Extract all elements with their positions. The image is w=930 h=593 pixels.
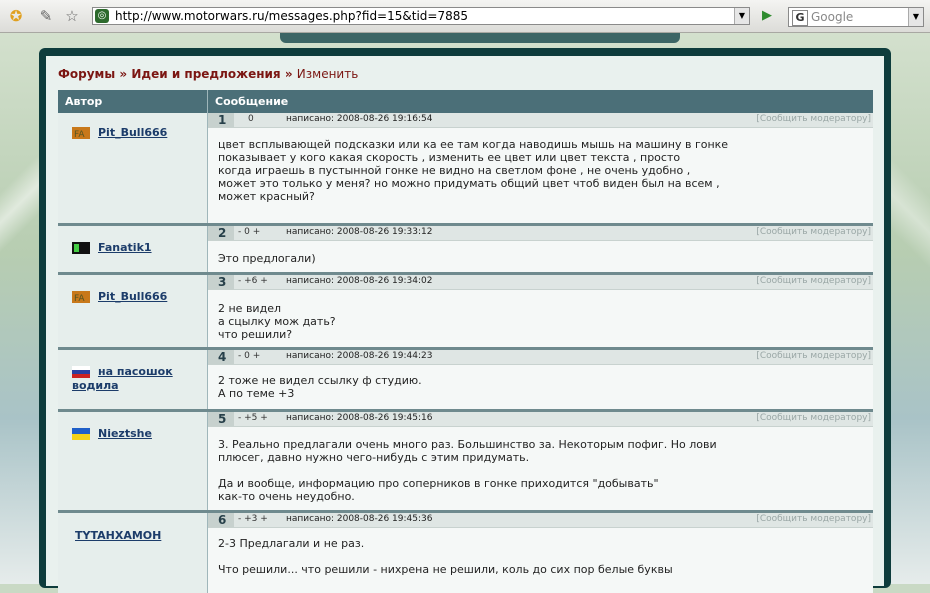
column-message-header: Сообщение [215,95,289,108]
post-vote[interactable]: - +5 + [238,413,268,423]
post-text: 2 не видел а сцылку мож дать? что решили… [218,302,336,341]
post-message-cell: 6 - +3 + написано: 2008-08-26 19:45:36 [… [208,513,873,593]
report-moderator-link[interactable]: [Сообщить модератору] [756,413,871,423]
post-text: Это предлогали) [218,252,316,265]
post-number: 5 [208,412,234,426]
post-author-cell: TYTAHXAMOH [58,513,208,593]
search-placeholder[interactable]: Google [811,10,853,24]
site-favicon-icon: ◎ [95,9,109,23]
post-vote[interactable]: - +3 + [238,514,268,524]
post-text: 2 тоже не видел ссылку ф студию. А по те… [218,374,422,400]
post-row: Nieztshe 5 - +5 + написано: 2008-08-26 1… [58,412,873,513]
star-icon[interactable]: ☆ [62,6,82,26]
breadcrumb-separator: » [119,67,128,81]
post-text: 2-3 Предлагали и не раз. Что решили... ч… [218,537,673,576]
post-text: цвет всплывающей подсказки или ка ее там… [218,138,729,203]
post-message-cell: 2 - 0 + написано: 2008-08-26 19:33:12 [С… [208,226,873,272]
address-text[interactable]: http://www.motorwars.ru/messages.php?fid… [115,9,468,23]
post-vote[interactable]: 0 [248,114,254,124]
post-meta-bar: 4 - 0 + написано: 2008-08-26 19:44:23 [С… [208,350,873,365]
post-author-cell: FA Pit_Bull666 [58,275,208,347]
browser-toolbar: ✪ ✎ ☆ ◎ http://www.motorwars.ru/messages… [0,0,930,33]
page-background: Форумы » Идеи и предложения » Изменить А… [0,33,930,593]
header-divider [207,90,208,113]
user-flag-icon: FA [72,291,90,303]
svg-text:FA: FA [74,294,85,303]
browser-logo-icon[interactable]: ✪ [6,6,26,26]
post-meta-bar: 6 - +3 + написано: 2008-08-26 19:45:36 [… [208,513,873,528]
address-dropdown-icon[interactable]: ▼ [734,8,749,24]
google-icon[interactable]: G [792,10,808,26]
post-number: 2 [208,226,234,240]
pencil-icon[interactable]: ✎ [36,6,56,26]
post-date: написано: 2008-08-26 19:45:36 [286,514,433,524]
post-author-cell: Fanatik1 [58,226,208,272]
breadcrumb-separator: » [284,67,293,81]
breadcrumb: Форумы » Идеи и предложения » Изменить [58,67,358,81]
breadcrumb-forums-link[interactable]: Форумы [58,67,115,81]
post-author-cell: FA Pit_Bull666 [58,113,208,223]
author-name-link[interactable]: на пасошок водила [72,365,173,393]
user-flag-icon [72,428,90,440]
post-row: FA Pit_Bull666 3 - +6 + написано: 2008-0… [58,275,873,350]
post-message-cell: 5 - +5 + написано: 2008-08-26 19:45:16 [… [208,412,873,510]
report-moderator-link[interactable]: [Сообщить модератору] [756,514,871,524]
posts-table: Автор Сообщение FA Pit_Bull666 1 0 напис… [58,90,873,593]
search-dropdown-icon[interactable]: ▼ [908,8,923,26]
user-flag-icon: FA [72,127,90,139]
post-meta-bar: 3 - +6 + написано: 2008-08-26 19:34:02 [… [208,275,873,290]
author-name-link[interactable]: Pit_Bull666 [98,290,167,303]
post-date: написано: 2008-08-26 19:45:16 [286,413,433,423]
search-box[interactable]: G Google ▼ [788,7,924,27]
post-message-cell: 3 - +6 + написано: 2008-08-26 19:34:02 [… [208,275,873,347]
post-message-cell: 1 0 написано: 2008-08-26 19:16:54 [Сообщ… [208,113,873,223]
post-row: на пасошок водила 4 - 0 + написано: 2008… [58,350,873,412]
post-vote[interactable]: - 0 + [238,227,260,237]
post-vote[interactable]: - +6 + [238,276,268,286]
decoration-right [890,53,930,373]
post-number: 6 [208,513,234,527]
breadcrumb-section-link[interactable]: Идеи и предложения [131,67,280,81]
post-message-cell: 4 - 0 + написано: 2008-08-26 19:44:23 [С… [208,350,873,409]
report-moderator-link[interactable]: [Сообщить модератору] [756,276,871,286]
post-vote[interactable]: - 0 + [238,351,260,361]
post-meta-bar: 2 - 0 + написано: 2008-08-26 19:33:12 [С… [208,226,873,241]
forum-content: Форумы » Идеи и предложения » Изменить А… [46,56,884,593]
author-name-link[interactable]: Fanatik1 [98,241,152,254]
report-moderator-link[interactable]: [Сообщить модератору] [756,227,871,237]
post-number: 4 [208,350,234,364]
post-number: 3 [208,275,234,289]
breadcrumb-current: Изменить [296,67,359,81]
report-moderator-link[interactable]: [Сообщить модератору] [756,351,871,361]
post-author-cell: Nieztshe [58,412,208,510]
post-row: Fanatik1 2 - 0 + написано: 2008-08-26 19… [58,226,873,275]
post-date: написано: 2008-08-26 19:34:02 [286,276,433,286]
decoration-left [0,73,40,333]
author-name-link[interactable]: Pit_Bull666 [98,126,167,139]
post-number: 1 [208,113,234,127]
post-date: написано: 2008-08-26 19:16:54 [286,114,433,124]
column-author-header: Автор [65,95,103,108]
report-moderator-link[interactable]: [Сообщить модератору] [756,114,871,124]
post-meta-bar: 1 0 написано: 2008-08-26 19:16:54 [Сообщ… [208,113,873,128]
post-meta-bar: 5 - +5 + написано: 2008-08-26 19:45:16 [… [208,412,873,427]
go-arrow-icon[interactable]: ▶ [762,8,776,24]
author-name-link[interactable]: Nieztshe [98,427,152,440]
address-bar[interactable]: ◎ http://www.motorwars.ru/messages.php?f… [92,7,750,25]
table-header: Автор Сообщение [58,90,873,113]
svg-text:FA: FA [74,130,85,139]
post-date: написано: 2008-08-26 19:44:23 [286,351,433,361]
post-date: написано: 2008-08-26 19:33:12 [286,227,433,237]
top-navigation-strip [280,33,680,43]
post-row: FA Pit_Bull666 1 0 написано: 2008-08-26 … [58,113,873,226]
post-row: TYTAHXAMOH 6 - +3 + написано: 2008-08-26… [58,513,873,593]
user-flag-icon [72,242,90,254]
post-author-cell: на пасошок водила [58,350,208,409]
author-name-link[interactable]: TYTAHXAMOH [75,529,161,542]
post-text: 3. Реально предлагали очень много раз. Б… [218,438,717,503]
